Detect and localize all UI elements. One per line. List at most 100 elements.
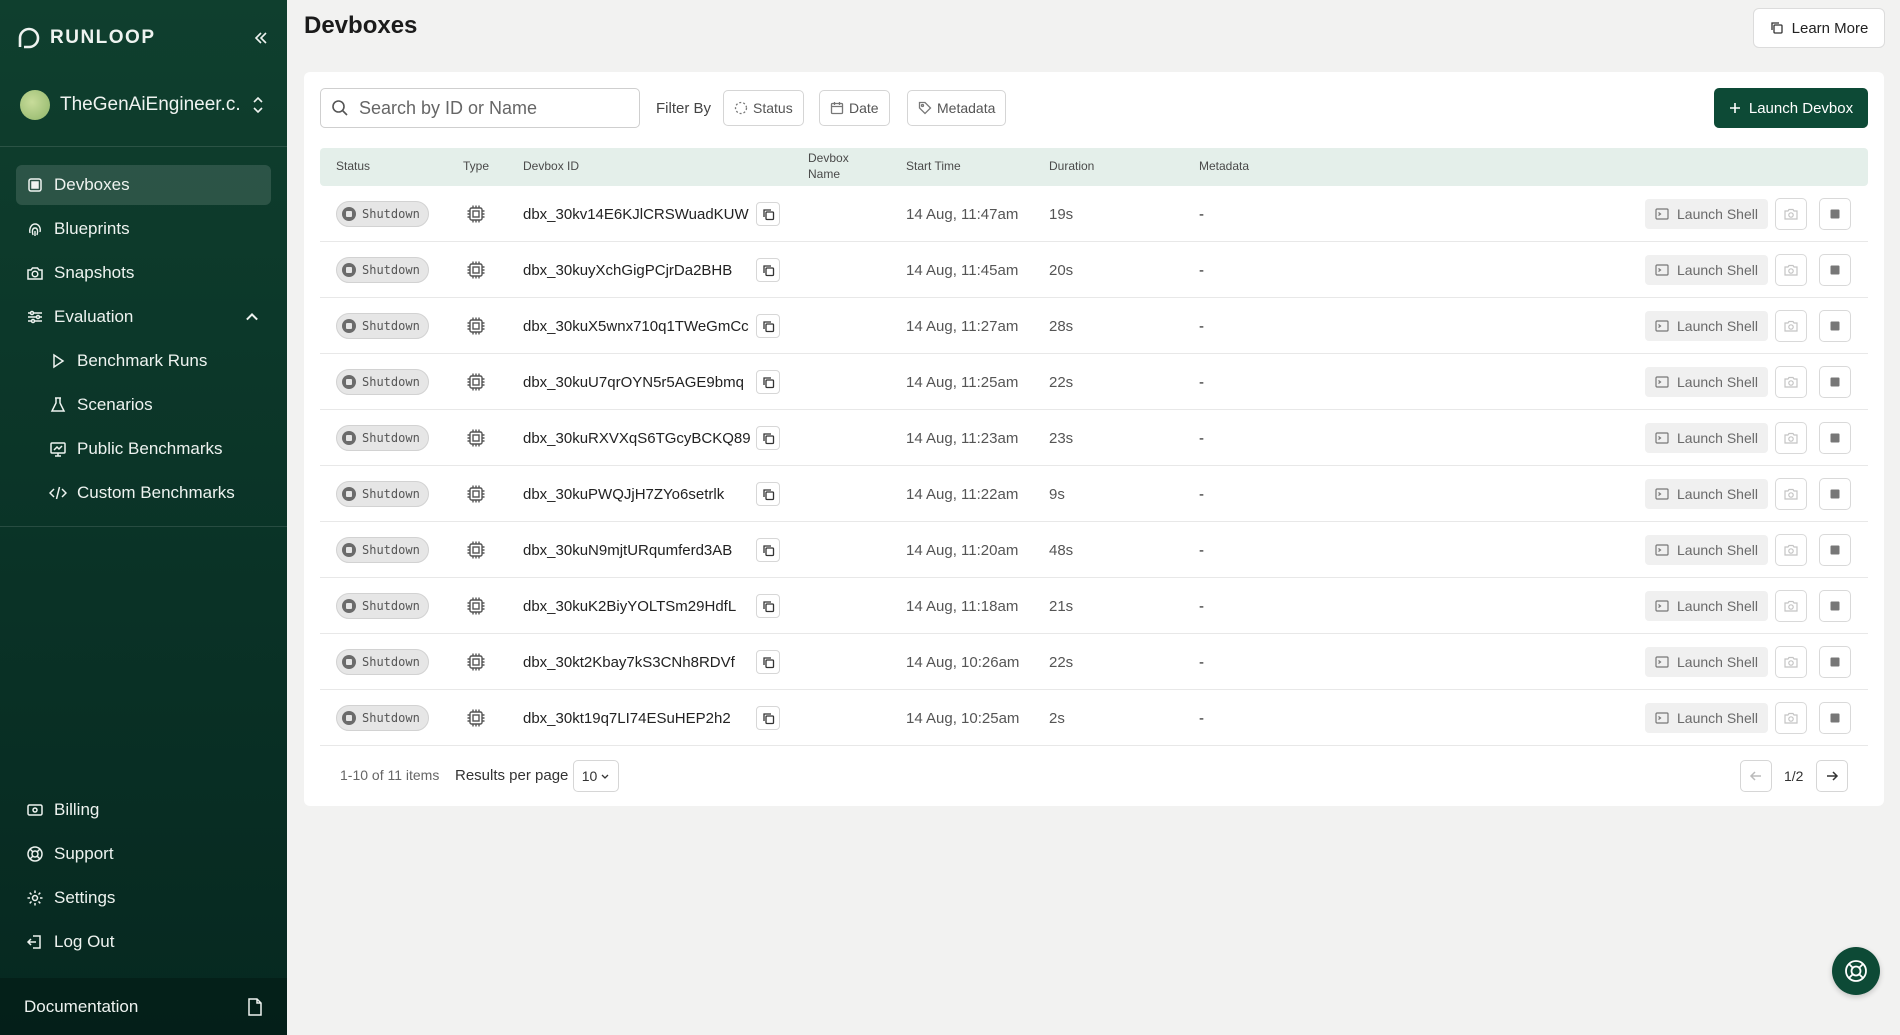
stop-button[interactable]: [1819, 478, 1851, 510]
copy-id-button[interactable]: [756, 202, 780, 226]
table-row[interactable]: Shutdown dbx_30kuX5wnx710q1TWeGmCc 14 Aug,…: [320, 298, 1868, 354]
table-row[interactable]: Shutdown dbx_30kuK2BiyYOLTSm29HdfL 14 Aug,…: [320, 578, 1868, 634]
launch-shell-button[interactable]: Launch Shell: [1645, 367, 1768, 397]
column-header-devbox-id[interactable]: Devbox ID: [523, 159, 579, 173]
sidebar-item-snapshots[interactable]: Snapshots: [16, 253, 271, 293]
help-button[interactable]: [1832, 947, 1880, 995]
copy-id-button[interactable]: [756, 538, 780, 562]
copy-id-button[interactable]: [756, 594, 780, 618]
snapshot-button[interactable]: [1775, 702, 1807, 734]
sidebar-item-devboxes[interactable]: Devboxes: [16, 165, 271, 205]
filter-status-button[interactable]: Status: [723, 90, 804, 126]
copy-id-button[interactable]: [756, 258, 780, 282]
start-time-cell: 14 Aug, 11:25am: [906, 354, 1018, 410]
table-row[interactable]: Shutdown dbx_30kt19q7LI74ESuHEP2h2 14 Aug,…: [320, 690, 1868, 746]
sidebar-item-support[interactable]: Support: [16, 834, 271, 874]
sidebar-item-benchmark-runs[interactable]: Benchmark Runs: [16, 341, 271, 381]
copy-id-button[interactable]: [756, 482, 780, 506]
table-row[interactable]: Shutdown dbx_30kuPWQJjH7ZYo6setrlk 14 Aug,…: [320, 466, 1868, 522]
copy-id-button[interactable]: [756, 706, 780, 730]
devbox-id[interactable]: dbx_30kuK2BiyYOLTSm29HdfL: [523, 598, 736, 615]
column-header-devbox-name[interactable]: Devbox Name: [808, 150, 849, 182]
devbox-id[interactable]: dbx_30kuX5wnx710q1TWeGmCc: [523, 318, 749, 335]
stop-button[interactable]: [1819, 198, 1851, 230]
sidebar-item-settings[interactable]: Settings: [16, 878, 271, 918]
stop-button[interactable]: [1819, 422, 1851, 454]
previous-page-button[interactable]: [1740, 760, 1772, 792]
snapshot-button[interactable]: [1775, 590, 1807, 622]
devbox-id[interactable]: dbx_30kuRXVXqS6TGcyBCKQ89: [523, 430, 751, 447]
snapshot-button[interactable]: [1775, 646, 1807, 678]
table-row[interactable]: Shutdown dbx_30kuRXVXqS6TGcyBCKQ89 14 Aug,…: [320, 410, 1868, 466]
launch-shell-button[interactable]: Launch Shell: [1645, 703, 1768, 733]
collapse-sidebar-button[interactable]: [251, 28, 271, 48]
copy-id-button[interactable]: [756, 426, 780, 450]
brand-logo[interactable]: RUNLOOP: [16, 25, 156, 51]
devbox-id[interactable]: dbx_30kuU7qrOYN5r5AGE9bmq: [523, 374, 744, 391]
stop-button[interactable]: [1819, 366, 1851, 398]
filter-metadata-button[interactable]: Metadata: [907, 90, 1007, 126]
type-cell: [466, 410, 486, 466]
sidebar-item-blueprints[interactable]: Blueprints: [16, 209, 271, 249]
documentation-link[interactable]: Documentation: [0, 978, 287, 1035]
table-row[interactable]: Shutdown dbx_30kuyXchGigPCjrDa2BHB 14 Aug,…: [320, 242, 1868, 298]
type-cell: [466, 298, 486, 354]
table-row[interactable]: Shutdown dbx_30kt2Kbay7kS3CNh8RDVf 14 Aug,…: [320, 634, 1868, 690]
snapshot-button[interactable]: [1775, 366, 1807, 398]
table-row[interactable]: Shutdown dbx_30kv14E6KJlCRSWuadKUW 14 Aug,…: [320, 186, 1868, 242]
column-header-type[interactable]: Type: [463, 159, 489, 173]
filter-date-button[interactable]: Date: [819, 90, 890, 126]
copy-id-button[interactable]: [756, 650, 780, 674]
column-header-status[interactable]: Status: [336, 159, 370, 173]
metadata-value: -: [1199, 205, 1204, 223]
launch-shell-label: Launch Shell: [1677, 430, 1758, 446]
snapshot-button[interactable]: [1775, 310, 1807, 342]
launch-shell-button[interactable]: Launch Shell: [1645, 535, 1768, 565]
devbox-id[interactable]: dbx_30kv14E6KJlCRSWuadKUW: [523, 206, 749, 223]
stop-button[interactable]: [1819, 590, 1851, 622]
search-box[interactable]: [320, 88, 640, 128]
copy-id-button[interactable]: [756, 370, 780, 394]
column-header-metadata[interactable]: Metadata: [1199, 159, 1249, 173]
launch-devbox-button[interactable]: Launch Devbox: [1714, 88, 1868, 128]
devbox-id[interactable]: dbx_30kt2Kbay7kS3CNh8RDVf: [523, 654, 735, 671]
snapshot-button[interactable]: [1775, 478, 1807, 510]
snapshot-button[interactable]: [1775, 254, 1807, 286]
results-per-page-select[interactable]: 10: [573, 760, 619, 792]
column-header-start-time[interactable]: Start Time: [906, 159, 961, 173]
stop-button[interactable]: [1819, 646, 1851, 678]
sidebar-item-custom-benchmarks[interactable]: Custom Benchmarks: [16, 473, 271, 513]
snapshot-button[interactable]: [1775, 198, 1807, 230]
launch-shell-button[interactable]: Launch Shell: [1645, 311, 1768, 341]
snapshot-button[interactable]: [1775, 534, 1807, 566]
copy-id-button[interactable]: [756, 314, 780, 338]
sidebar-item-evaluation[interactable]: Evaluation: [16, 297, 271, 337]
sidebar-item-public-benchmarks[interactable]: Public Benchmarks: [16, 429, 271, 469]
launch-shell-button[interactable]: Launch Shell: [1645, 255, 1768, 285]
sidebar-item-billing[interactable]: Billing: [16, 790, 271, 830]
devbox-id[interactable]: dbx_30kuN9mjtURqumferd3AB: [523, 542, 732, 559]
stop-button[interactable]: [1819, 310, 1851, 342]
sidebar-item-scenarios[interactable]: Scenarios: [16, 385, 271, 425]
devbox-id[interactable]: dbx_30kuyXchGigPCjrDa2BHB: [523, 262, 732, 279]
stop-button[interactable]: [1819, 534, 1851, 566]
devbox-id[interactable]: dbx_30kt19q7LI74ESuHEP2h2: [523, 710, 731, 727]
table-row[interactable]: Shutdown dbx_30kuU7qrOYN5r5AGE9bmq 14 Aug,…: [320, 354, 1868, 410]
sidebar-item-logout[interactable]: Log Out: [16, 922, 271, 962]
launch-shell-button[interactable]: Launch Shell: [1645, 423, 1768, 453]
stop-button[interactable]: [1819, 702, 1851, 734]
search-input[interactable]: [359, 97, 629, 119]
launch-shell-button[interactable]: Launch Shell: [1645, 199, 1768, 229]
next-page-button[interactable]: [1816, 760, 1848, 792]
org-switcher[interactable]: TheGenAiEngineer.c...: [20, 88, 265, 122]
table-row[interactable]: Shutdown dbx_30kuN9mjtURqumferd3AB 14 Aug,…: [320, 522, 1868, 578]
column-header-duration[interactable]: Duration: [1049, 159, 1094, 173]
launch-shell-button[interactable]: Launch Shell: [1645, 479, 1768, 509]
sidebar-divider: [0, 526, 287, 527]
stop-button[interactable]: [1819, 254, 1851, 286]
launch-shell-button[interactable]: Launch Shell: [1645, 647, 1768, 677]
devbox-id[interactable]: dbx_30kuPWQJjH7ZYo6setrlk: [523, 486, 724, 503]
snapshot-button[interactable]: [1775, 422, 1807, 454]
learn-more-button[interactable]: Learn More: [1753, 8, 1885, 48]
launch-shell-button[interactable]: Launch Shell: [1645, 591, 1768, 621]
